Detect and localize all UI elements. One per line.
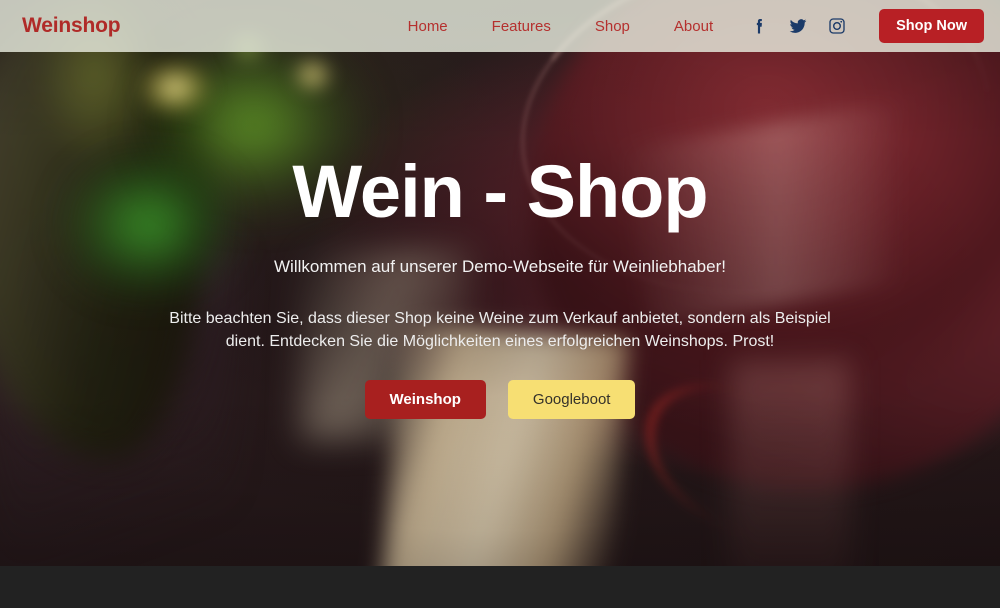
hero-content: Wein - Shop Willkommen auf unserer Demo-… [0,0,1000,566]
page-root: Wein - Shop Willkommen auf unserer Demo-… [0,0,1000,608]
hero-button-group: Weinshop Googleboot [364,380,636,420]
primary-navigation: Home Features Shop About [408,18,713,35]
navbar: Weinshop Home Features Shop About Shop N… [0,0,1000,52]
nav-link-shop[interactable]: Shop [595,18,630,35]
hero-title: Wein - Shop [292,149,708,233]
footer-strip [0,566,1000,608]
nav-link-about[interactable]: About [674,18,713,35]
hero-lead-text: Willkommen auf unserer Demo-Webseite für… [274,256,726,276]
nav-link-home[interactable]: Home [408,18,448,35]
hero-paragraph: Bitte beachten Sie, dass dieser Shop kei… [169,309,831,351]
nav-link-features[interactable]: Features [492,18,551,35]
twitter-icon[interactable] [788,16,808,36]
facebook-icon[interactable] [749,16,769,36]
instagram-icon[interactable] [827,16,847,36]
shop-now-button[interactable]: Shop Now [879,9,984,43]
hero-section: Wein - Shop Willkommen auf unserer Demo-… [0,0,1000,566]
weinshop-button[interactable]: Weinshop [364,380,486,420]
googleboot-button[interactable]: Googleboot [507,380,636,420]
social-links [749,16,847,36]
brand-logo[interactable]: Weinshop [22,14,121,38]
